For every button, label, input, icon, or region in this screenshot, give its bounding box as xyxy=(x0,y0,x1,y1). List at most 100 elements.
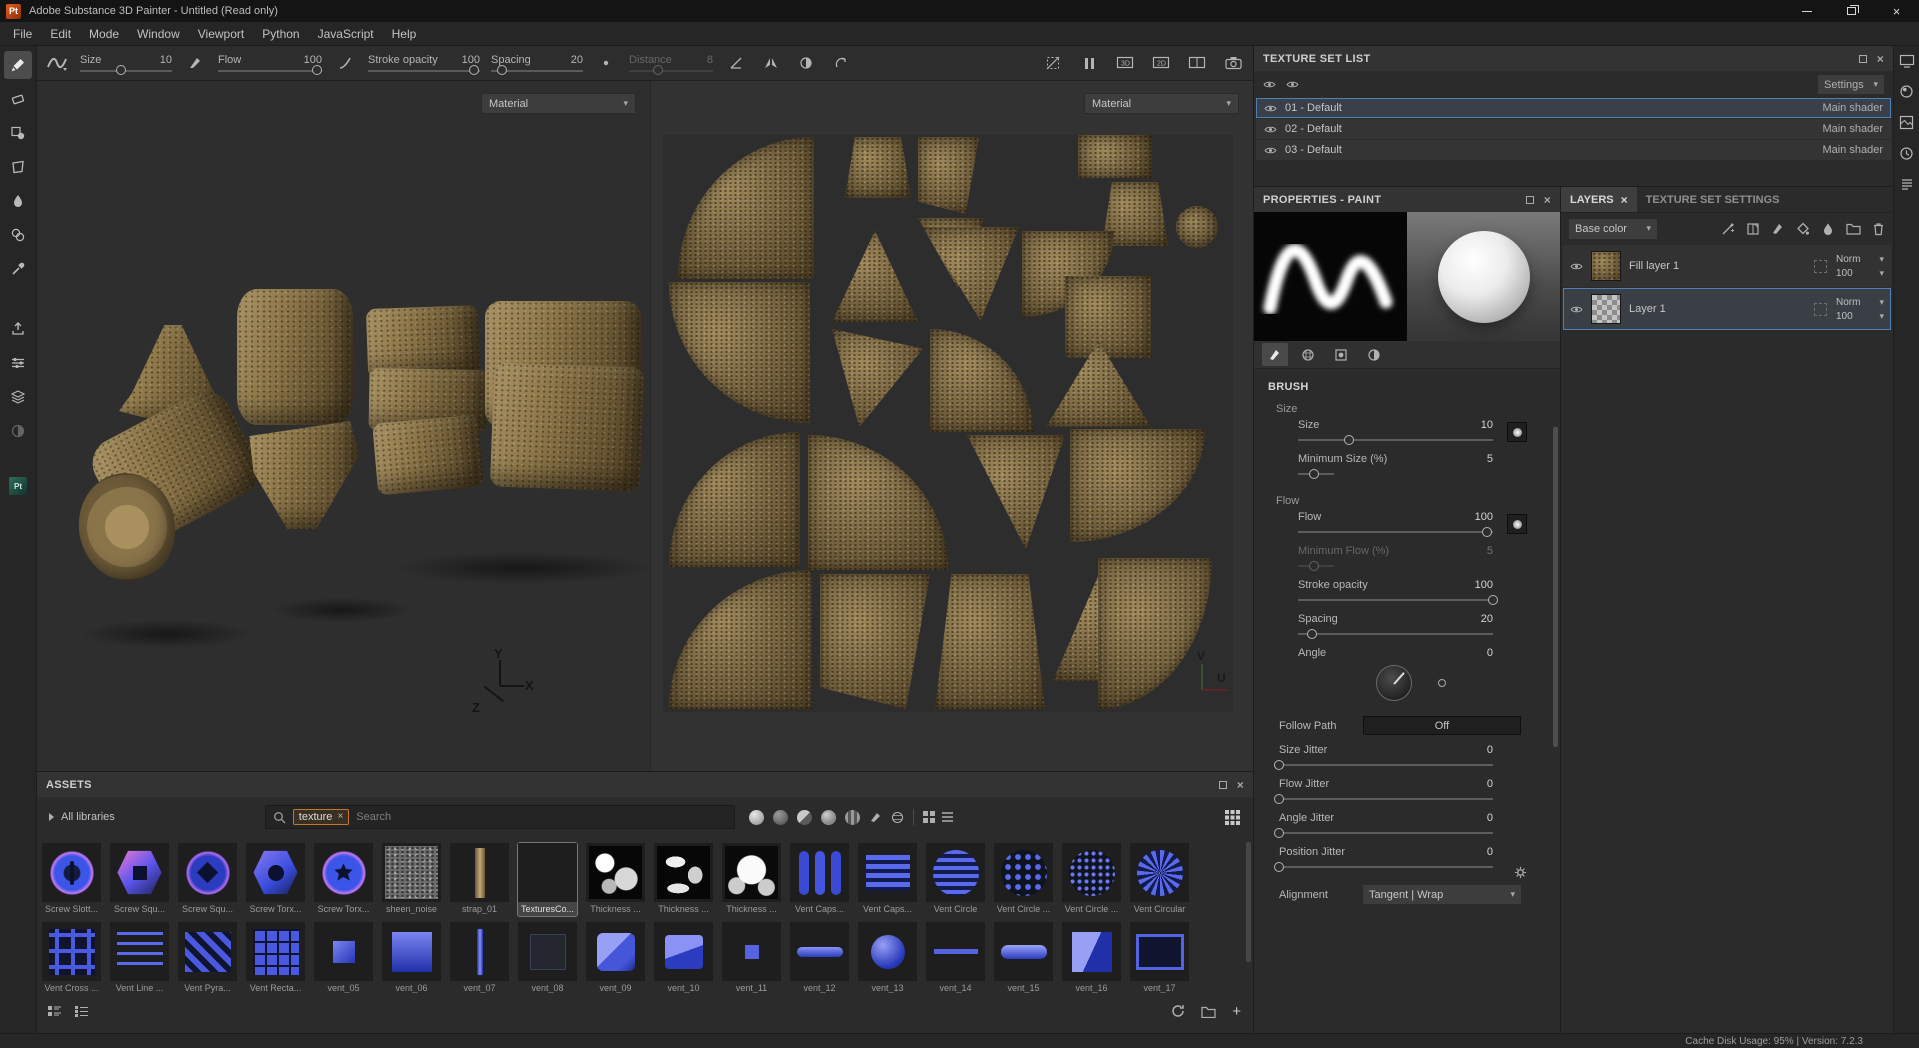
asset-item[interactable]: Vent Circle ... xyxy=(1062,843,1121,916)
asset-item[interactable]: vent_08 xyxy=(518,922,577,995)
minimize-button[interactable] xyxy=(1784,0,1829,22)
viewport-3d-material-dropdown[interactable]: Material ▾ xyxy=(481,93,636,114)
position-jitter-slider[interactable] xyxy=(1274,861,1493,872)
layer-thumbnail[interactable] xyxy=(1591,294,1621,324)
asset-item[interactable]: Thickness ... xyxy=(654,843,713,916)
asset-item[interactable]: sheen_noise xyxy=(382,843,441,916)
add-asset-icon[interactable]: + xyxy=(1232,1004,1241,1019)
asset-item[interactable]: Vent Circular xyxy=(1130,843,1189,916)
texture-panel-icon[interactable] xyxy=(1899,115,1914,130)
texture-set-shader[interactable]: Main shader xyxy=(1822,123,1883,135)
add-smart-material-icon[interactable] xyxy=(1821,222,1835,236)
clone-tool[interactable] xyxy=(4,221,32,249)
import-resources-icon[interactable] xyxy=(1201,1005,1216,1018)
minimum-flow--slider[interactable] xyxy=(1298,560,1334,571)
polygon-fill-tool[interactable] xyxy=(4,153,32,181)
filter-brushes-icon[interactable] xyxy=(869,811,882,824)
menu-help[interactable]: Help xyxy=(383,27,426,41)
paint-tool[interactable] xyxy=(4,51,32,79)
menu-edit[interactable]: Edit xyxy=(41,27,80,41)
asset-item[interactable]: vent_07 xyxy=(450,922,509,995)
asset-item[interactable]: vent_09 xyxy=(586,922,645,995)
stroke-opacity-slider-knob[interactable] xyxy=(469,65,480,75)
close-icon[interactable]: × xyxy=(1237,779,1244,791)
size-slider[interactable] xyxy=(80,65,172,75)
texture-set-settings-dropdown[interactable]: Settings ▾ xyxy=(1818,75,1884,94)
asset-item[interactable]: Screw Torx... xyxy=(314,843,373,916)
pause-icon[interactable] xyxy=(1077,51,1101,75)
texture-set-row[interactable]: 03 - Default Main shader xyxy=(1256,140,1891,160)
assets-scrollbar[interactable] xyxy=(1246,842,1251,962)
tab-alphas[interactable] xyxy=(1295,343,1321,366)
view-3d-icon[interactable]: 3D xyxy=(1113,51,1137,75)
asset-item[interactable]: vent_13 xyxy=(858,922,917,995)
libraries-dropdown[interactable]: All libraries xyxy=(49,811,115,823)
asset-item[interactable]: vent_14 xyxy=(926,922,985,995)
tab-stencil[interactable] xyxy=(1328,343,1354,366)
refresh-assets-icon[interactable] xyxy=(1171,1004,1185,1018)
quick-mask-icon[interactable] xyxy=(4,417,32,445)
asset-item[interactable]: vent_17 xyxy=(1130,922,1189,995)
brush-tip-button[interactable] xyxy=(1507,422,1527,442)
asset-item[interactable]: Vent Pyra... xyxy=(178,922,237,995)
viewport-3d[interactable]: Material ▾ Y X Z xyxy=(37,81,650,771)
solo-eye-icon[interactable] xyxy=(1286,80,1299,89)
undock-icon[interactable] xyxy=(1858,54,1867,63)
asset-item[interactable]: Vent Recta... xyxy=(246,922,305,995)
eraser-tool[interactable] xyxy=(4,85,32,113)
layer-thumbnail[interactable] xyxy=(1591,251,1621,281)
size-slider-knob[interactable] xyxy=(116,65,127,75)
filter-environments-icon[interactable] xyxy=(844,809,860,825)
layer-blend-dropdown[interactable]: Norm ▾ xyxy=(1836,254,1884,265)
asset-item[interactable]: vent_05 xyxy=(314,922,373,995)
display-settings-icon[interactable] xyxy=(4,349,32,377)
flow-slider[interactable] xyxy=(218,65,322,75)
properties-scrollbar[interactable] xyxy=(1553,427,1558,747)
close-icon[interactable]: × xyxy=(1877,53,1884,65)
menu-viewport[interactable]: Viewport xyxy=(189,27,253,41)
distance-slider[interactable] xyxy=(629,65,713,75)
layer-row[interactable]: Layer 1 Norm ▾ 100 ▾ xyxy=(1563,288,1891,330)
add-paint-layer-icon[interactable] xyxy=(1771,222,1785,236)
add-effect-icon[interactable] xyxy=(1721,222,1735,236)
close-icon[interactable]: × xyxy=(1544,194,1551,206)
export-icon[interactable] xyxy=(4,315,32,343)
stroke-opacity-slider[interactable] xyxy=(1298,594,1498,605)
filter-smart-materials-icon[interactable] xyxy=(772,809,788,825)
add-fill-layer-icon[interactable] xyxy=(1796,222,1810,236)
asset-item[interactable]: vent_11 xyxy=(722,922,781,995)
angle-falloff-icon[interactable] xyxy=(724,51,748,75)
flow-jitter-slider[interactable] xyxy=(1274,793,1493,804)
alignment-dropdown[interactable]: Tangent | Wrap ▾ xyxy=(1363,885,1521,904)
layer-opacity-dropdown[interactable]: 100 ▾ xyxy=(1836,311,1884,322)
visibility-eye-icon[interactable] xyxy=(1264,125,1277,134)
filter-filters-icon[interactable] xyxy=(820,809,836,825)
tab-material[interactable] xyxy=(1361,343,1387,366)
symmetry-icon[interactable] xyxy=(759,51,783,75)
display-settings-panel-icon[interactable] xyxy=(1899,54,1915,68)
list-view-icon[interactable] xyxy=(941,811,954,823)
camera-icon[interactable] xyxy=(1221,51,1245,75)
remove-tag-icon[interactable]: × xyxy=(337,812,343,822)
distance-slider-knob[interactable] xyxy=(653,65,664,75)
asset-item[interactable]: Vent Circle xyxy=(926,843,985,916)
flow-slider-knob[interactable] xyxy=(311,65,322,75)
angle-jitter-slider[interactable] xyxy=(1274,827,1493,838)
asset-item[interactable]: Screw Slott... xyxy=(42,843,101,916)
menu-javascript[interactable]: JavaScript xyxy=(309,27,383,41)
layer-blend-dropdown[interactable]: Norm ▾ xyxy=(1836,297,1884,308)
asset-item[interactable]: Thickness ... xyxy=(586,843,645,916)
undock-icon[interactable] xyxy=(1525,195,1534,204)
texture-set-shader[interactable]: Main shader xyxy=(1822,102,1883,114)
falloff-icon[interactable] xyxy=(333,51,357,75)
texture-set-shader[interactable]: Main shader xyxy=(1822,144,1883,156)
asset-item[interactable]: Screw Squ... xyxy=(178,843,237,916)
view-split-icon[interactable] xyxy=(1185,51,1209,75)
spacing-slider-knob[interactable] xyxy=(497,65,508,75)
menu-window[interactable]: Window xyxy=(128,27,189,41)
asset-item[interactable]: vent_15 xyxy=(994,922,1053,995)
viewport-2d-material-dropdown[interactable]: Material ▾ xyxy=(1084,93,1239,114)
projection-toggle-icon[interactable] xyxy=(1041,51,1065,75)
grid-view-icon[interactable] xyxy=(922,811,928,816)
brush-tip-button[interactable] xyxy=(1507,514,1527,534)
